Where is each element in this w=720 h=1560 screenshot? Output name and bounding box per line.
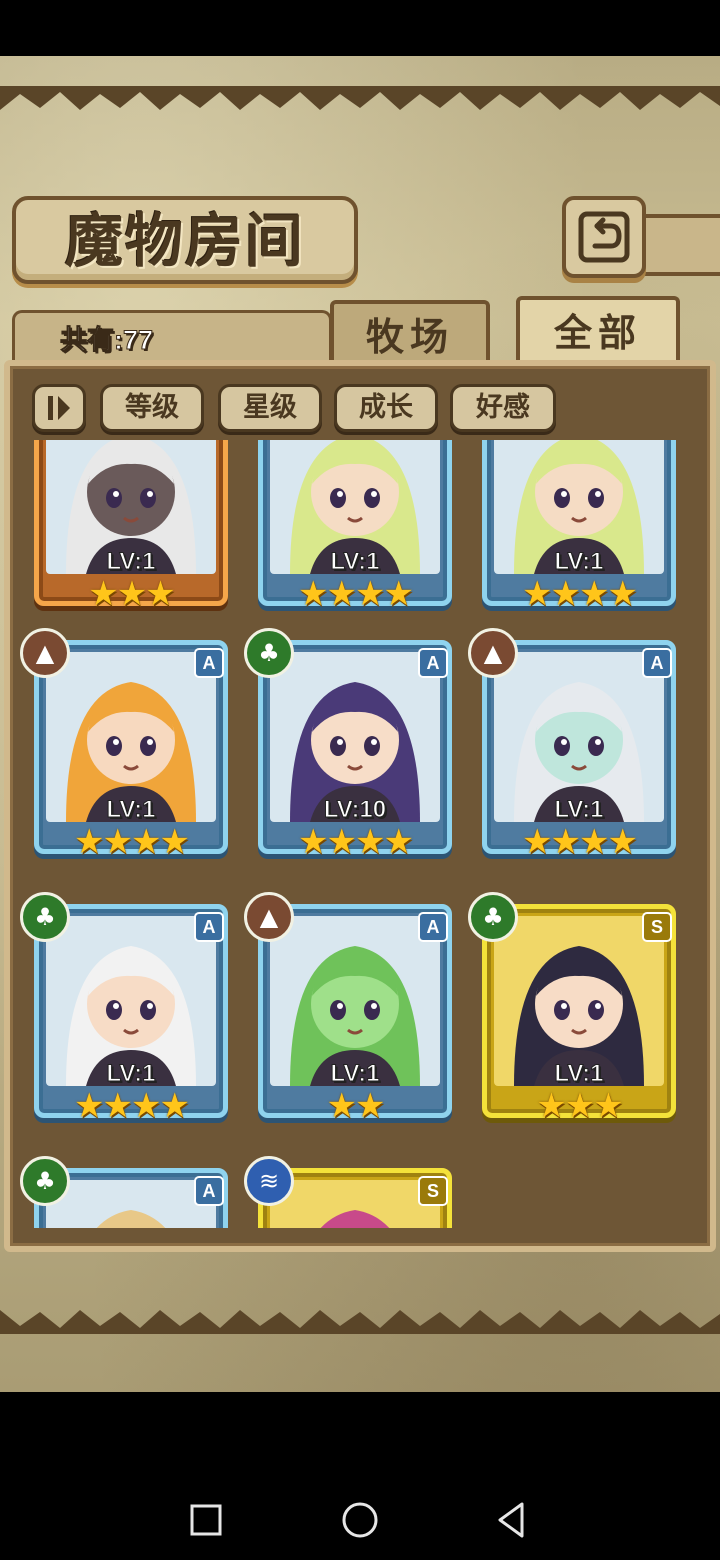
star-rating: ★★★★: [522, 822, 638, 862]
monster-card[interactable]: LV:1 ★★★★ A ♣: [20, 892, 234, 1144]
monster-level: LV:1: [106, 548, 156, 576]
torn-edge-bottom: [0, 1310, 720, 1334]
monster-card[interactable]: S ≋: [244, 1156, 458, 1228]
sort-order-button[interactable]: [32, 384, 86, 432]
filter-growth-button[interactable]: 成长: [334, 384, 438, 432]
filter-affection-button[interactable]: 好感: [450, 384, 556, 432]
rank-badge: A: [642, 648, 672, 678]
monster-level: LV:1: [106, 1060, 156, 1088]
star-rating: ★★: [326, 1086, 386, 1126]
rank-badge: S: [642, 912, 672, 942]
page-title: 魔物房间: [64, 207, 305, 275]
monster-portrait: [270, 1180, 440, 1228]
monster-level: LV:1: [330, 1060, 380, 1088]
monster-count: 共有:77: [59, 325, 154, 356]
rank-badge: S: [418, 1176, 448, 1206]
filter-level-button[interactable]: 等级: [100, 384, 204, 432]
wood-element-icon: ♣: [20, 1156, 70, 1206]
rank-badge: A: [194, 912, 224, 942]
recent-apps-icon[interactable]: [182, 1496, 230, 1544]
monster-card[interactable]: LV:1 ★★★★: [252, 440, 458, 632]
monster-card[interactable]: LV:1 ★★★★ A ▲: [468, 628, 682, 880]
monster-level: LV:1: [554, 796, 604, 824]
star-rating: ★★★★: [74, 1086, 190, 1126]
monster-level: LV:1: [106, 796, 156, 824]
star-rating: ★★★★: [298, 822, 414, 862]
rank-badge: A: [194, 648, 224, 678]
monster-card[interactable]: A ♣: [20, 1156, 234, 1228]
home-icon[interactable]: [336, 1496, 384, 1544]
star-rating: ★★★: [536, 1086, 623, 1126]
monster-card[interactable]: LV:10 ★★★★ A ♣: [244, 628, 458, 880]
filter-stars-button[interactable]: 星级: [218, 384, 322, 432]
monster-level: LV:1: [554, 548, 604, 576]
torn-edge-top: [0, 86, 720, 110]
monster-card[interactable]: LV:1 ★★ A ▲: [244, 892, 458, 1144]
monster-portrait: [46, 1180, 216, 1228]
earth-element-icon: ▲: [244, 892, 294, 942]
rank-badge: A: [418, 912, 448, 942]
star-rating: ★★★★: [74, 822, 190, 862]
monster-card[interactable]: LV:1 ★★★: [28, 440, 234, 632]
star-rating: ★★★★: [298, 574, 414, 614]
monster-card[interactable]: LV:1 ★★★ S ♣: [468, 892, 682, 1144]
wood-element-icon: ♣: [20, 892, 70, 942]
back-button-rail: [640, 214, 720, 276]
rank-badge: A: [418, 648, 448, 678]
monster-level: LV:1: [330, 548, 380, 576]
star-rating: ★★★★: [522, 574, 638, 614]
monster-card[interactable]: LV:1 ★★★★ A ▲: [20, 628, 234, 880]
monster-level: LV:1: [554, 1060, 604, 1088]
back-button[interactable]: [562, 196, 646, 278]
monster-grid[interactable]: LV:1 ★★★ LV:1 ★★★★ LV:1 ★★★★ LV:1 ★★★★ A ▲ LV:10 ★★…: [16, 440, 704, 1228]
earth-element-icon: ▲: [468, 628, 518, 678]
sort-order-icon: [48, 396, 70, 420]
wood-element-icon: ♣: [468, 892, 518, 942]
back-nav-icon[interactable]: [488, 1496, 536, 1544]
tab-ranch[interactable]: 牧场: [330, 300, 490, 366]
rank-badge: A: [194, 1176, 224, 1206]
earth-element-icon: ▲: [20, 628, 70, 678]
wood-element-icon: ♣: [244, 628, 294, 678]
return-arrow-icon: [578, 211, 630, 263]
monster-level: LV:10: [323, 796, 387, 824]
tab-all[interactable]: 全部: [516, 296, 680, 370]
star-rating: ★★★: [88, 574, 175, 614]
water-element-icon: ≋: [244, 1156, 294, 1206]
monster-card[interactable]: LV:1 ★★★★: [476, 440, 682, 632]
